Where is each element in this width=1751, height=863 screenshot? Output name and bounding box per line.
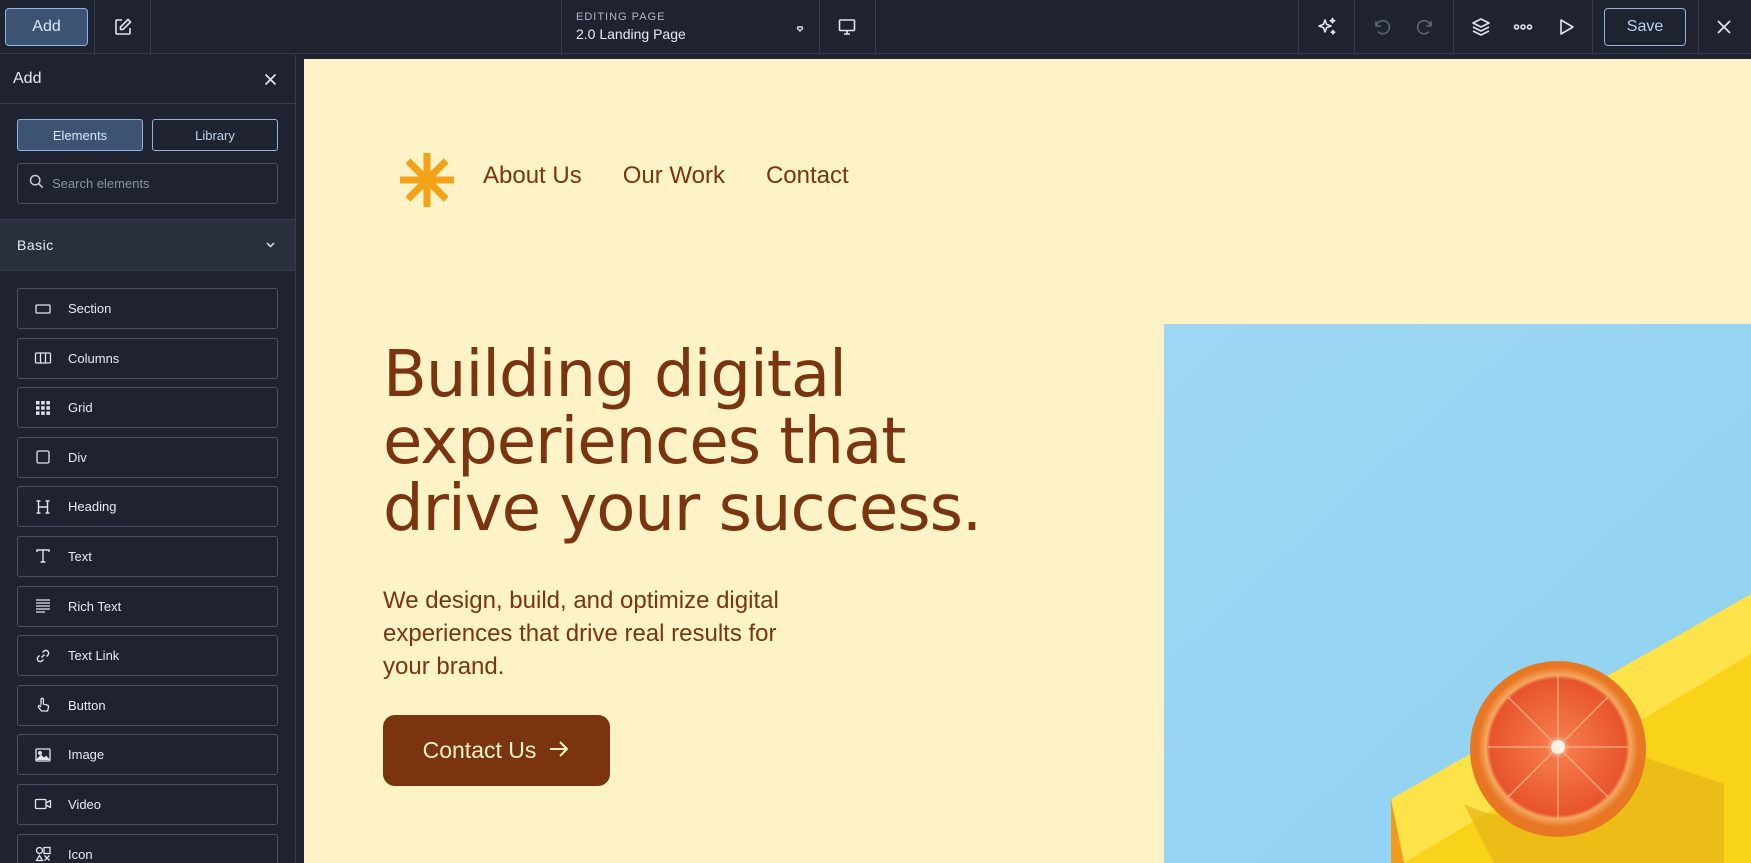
toolbar-divider xyxy=(1592,0,1593,54)
add-elements-panel: Add Elements Library Basic Section Colum… xyxy=(0,55,296,863)
element-label: Heading xyxy=(68,499,117,515)
columns-icon xyxy=(34,349,52,367)
element-icon[interactable]: Icon xyxy=(17,833,278,863)
hero-heading[interactable]: Building digital experiences that drive … xyxy=(383,342,1083,543)
search-box xyxy=(17,163,278,204)
toolbar-divider xyxy=(1298,0,1299,54)
search-input[interactable] xyxy=(52,176,252,191)
element-label: Button xyxy=(68,697,106,713)
desktop-icon xyxy=(827,7,867,47)
element-button[interactable]: Button xyxy=(17,684,278,726)
ai-assist-button[interactable] xyxy=(1305,0,1349,54)
hero-heading-line: drive your success. xyxy=(383,472,982,546)
rich-text-icon xyxy=(34,597,52,615)
element-text-link[interactable]: Text Link xyxy=(17,635,278,677)
hero-image[interactable] xyxy=(1164,324,1751,863)
element-section[interactable]: Section xyxy=(17,288,278,329)
element-div[interactable]: Div xyxy=(17,436,278,478)
tab-elements[interactable]: Elements xyxy=(17,119,143,151)
element-label: Grid xyxy=(68,400,93,416)
page-name: 2.0 Landing Page xyxy=(576,26,686,42)
section-icon xyxy=(34,300,52,318)
element-image[interactable]: Image xyxy=(17,734,278,776)
layers-icon xyxy=(1461,7,1501,47)
element-label: Section xyxy=(68,301,112,316)
grid-icon xyxy=(34,399,52,417)
play-icon xyxy=(1546,7,1586,47)
toolbar-divider xyxy=(94,0,95,54)
element-label: Div xyxy=(68,449,87,465)
undo-icon xyxy=(1362,7,1402,47)
add-button[interactable]: Add xyxy=(5,8,88,46)
site-nav: About Us Our Work Contact xyxy=(483,162,849,190)
element-label: Text xyxy=(68,548,92,564)
element-label: Image xyxy=(68,747,105,763)
element-label: Icon xyxy=(68,846,93,862)
image-icon xyxy=(34,746,52,764)
toolbar-divider xyxy=(875,0,876,54)
contact-us-button[interactable]: Contact Us xyxy=(383,715,610,786)
toolbar-divider xyxy=(1698,0,1699,54)
more-horizontal-icon xyxy=(1503,7,1543,47)
preview-button[interactable] xyxy=(1545,0,1587,54)
pointer-hand-icon xyxy=(34,696,52,714)
panel-title: Add xyxy=(13,70,42,87)
element-label: Text Link xyxy=(68,648,120,664)
edit-button[interactable] xyxy=(100,0,146,54)
toolbar-divider xyxy=(1354,0,1355,54)
heading-icon xyxy=(34,498,52,516)
page-selector[interactable]: EDITING PAGE 2.0 Landing Page xyxy=(562,0,819,54)
nav-our-work[interactable]: Our Work xyxy=(623,162,725,190)
redo-icon xyxy=(1405,7,1445,47)
device-preview-button[interactable] xyxy=(825,0,869,54)
hero-heading-line: Building digital xyxy=(383,338,847,412)
save-button[interactable]: Save xyxy=(1604,8,1686,46)
hero-paragraph[interactable]: We design, build, and optimize digital e… xyxy=(383,584,803,683)
text-icon xyxy=(34,547,52,565)
nav-contact[interactable]: Contact xyxy=(766,162,849,190)
element-video[interactable]: Video xyxy=(17,783,278,825)
element-grid[interactable]: Grid xyxy=(17,387,278,429)
top-toolbar: Add EDITING PAGE 2.0 Landing Page Save xyxy=(0,0,1751,54)
editing-page-caption: EDITING PAGE xyxy=(576,11,666,23)
div-icon xyxy=(34,448,52,466)
element-label: Video xyxy=(68,796,102,812)
redo-button[interactable] xyxy=(1405,0,1445,54)
sparkle-icon xyxy=(1307,7,1347,47)
close-icon[interactable] xyxy=(259,68,281,90)
element-label: Rich Text xyxy=(68,598,122,614)
link-icon xyxy=(34,647,52,665)
chevron-down-icon xyxy=(265,237,276,253)
asterisk-logo-icon[interactable] xyxy=(398,151,456,209)
panel-tabs: Elements Library xyxy=(0,104,295,151)
edit-icon xyxy=(103,7,143,47)
nav-about-us[interactable]: About Us xyxy=(483,162,582,190)
section-basic-header[interactable]: Basic xyxy=(0,219,295,271)
toolbar-divider xyxy=(150,0,151,54)
element-text[interactable]: Text xyxy=(17,535,278,577)
icon-element-icon xyxy=(34,845,52,863)
cta-label: Contact Us xyxy=(422,737,537,763)
element-rich-text[interactable]: Rich Text xyxy=(17,585,278,627)
element-heading[interactable]: Heading xyxy=(17,486,278,528)
arrow-right-icon xyxy=(548,737,570,764)
undo-button[interactable] xyxy=(1362,0,1402,54)
panel-header: Add xyxy=(0,55,295,104)
element-list: Section Columns Grid Div Heading Text Ri… xyxy=(0,271,295,863)
video-icon xyxy=(34,795,52,813)
hero-heading-line: experiences that xyxy=(383,405,906,479)
tab-library[interactable]: Library xyxy=(152,119,278,151)
search-icon xyxy=(29,174,44,194)
layers-button[interactable] xyxy=(1460,0,1502,54)
page-canvas[interactable]: About Us Our Work Contact Building digit… xyxy=(304,59,1751,863)
more-options-button[interactable] xyxy=(1502,0,1544,54)
element-columns[interactable]: Columns xyxy=(17,337,278,379)
element-label: Columns xyxy=(68,350,120,366)
toolbar-divider xyxy=(819,0,820,54)
section-label: Basic xyxy=(17,237,54,253)
toolbar-divider xyxy=(1453,0,1454,54)
close-editor-button[interactable] xyxy=(1704,0,1744,54)
close-icon xyxy=(1704,7,1744,47)
chevron-down-icon xyxy=(795,21,805,39)
